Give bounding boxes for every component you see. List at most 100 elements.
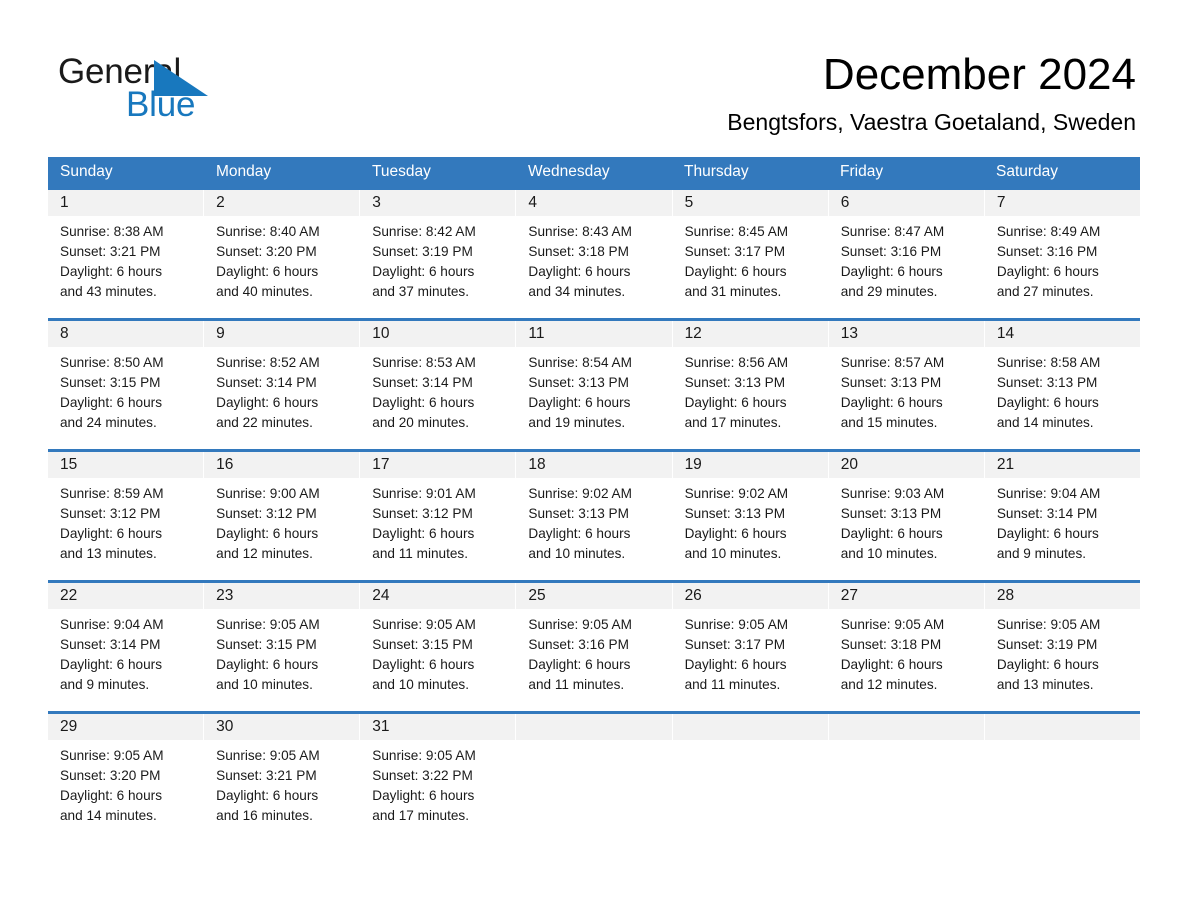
daylight-line1: Daylight: 6 hours <box>840 395 943 410</box>
day-cell[interactable]: 29 Sunrise: 9:05 AM Sunset: 3:20 PM Dayl… <box>48 714 205 837</box>
sunrise-text: Sunrise: 8:54 AM <box>528 355 632 370</box>
sunrise-text: Sunrise: 8:52 AM <box>216 355 320 370</box>
daylight-line2: and 27 minutes. <box>996 284 1094 299</box>
day-cell[interactable]: 10 Sunrise: 8:53 AM Sunset: 3:14 PM Dayl… <box>360 321 517 449</box>
day-cell[interactable]: 18 Sunrise: 9:02 AM Sunset: 3:13 PM Dayl… <box>516 452 673 580</box>
sunset-text: Sunset: 3:18 PM <box>528 244 629 259</box>
daylight-line1: Daylight: 6 hours <box>996 264 1099 279</box>
day-cell[interactable]: 19 Sunrise: 9:02 AM Sunset: 3:13 PM Dayl… <box>672 452 829 580</box>
daylight-line1: Daylight: 6 hours <box>216 526 319 541</box>
sunrise-text: Sunrise: 9:01 AM <box>372 486 476 501</box>
day-number: 26 <box>672 583 828 609</box>
day-cell[interactable]: 4 Sunrise: 8:43 AM Sunset: 3:18 PM Dayli… <box>516 190 673 318</box>
sunset-text: Sunset: 3:13 PM <box>840 375 942 390</box>
sunrise-text: Sunrise: 9:05 AM <box>840 617 945 632</box>
sunset-text: Sunset: 3:17 PM <box>684 637 786 652</box>
calendar-grid: Sunday Monday Tuesday Wednesday Thursday… <box>48 157 1140 837</box>
sunset-text: Sunset: 3:13 PM <box>684 506 786 521</box>
day-number: 5 <box>672 190 828 216</box>
daylight-line2: and 22 minutes. <box>216 415 313 430</box>
day-cell[interactable]: 25 Sunrise: 9:05 AM Sunset: 3:16 PM Dayl… <box>516 583 673 711</box>
weekday-header-saturday: Saturday <box>996 163 1059 180</box>
sunrise-text: Sunrise: 8:42 AM <box>372 224 476 239</box>
sunrise-text: Sunrise: 8:47 AM <box>840 224 945 239</box>
sunrise-text: Sunrise: 9:05 AM <box>372 748 476 763</box>
day-cell[interactable]: 28 Sunrise: 9:05 AM Sunset: 3:19 PM Dayl… <box>984 583 1140 711</box>
sunrise-text: Sunrise: 9:05 AM <box>216 617 320 632</box>
day-number: 7 <box>984 190 1140 216</box>
sunset-text: Sunset: 3:20 PM <box>216 244 317 259</box>
page-header: General Blue December 2024 Bengtsfors, V… <box>0 0 1188 150</box>
sunrise-text: Sunrise: 9:04 AM <box>996 486 1101 501</box>
day-info: Sunrise: 9:05 AM Sunset: 3:17 PM Dayligh… <box>673 609 828 695</box>
day-cell[interactable]: 2 Sunrise: 8:40 AM Sunset: 3:20 PM Dayli… <box>204 190 361 318</box>
day-cell[interactable]: 1 Sunrise: 8:38 AM Sunset: 3:21 PM Dayli… <box>48 190 205 318</box>
generalblue-logo[interactable]: General Blue <box>58 52 318 124</box>
day-cell[interactable]: 27 Sunrise: 9:05 AM Sunset: 3:18 PM Dayl… <box>828 583 985 711</box>
day-cell[interactable]: 16 Sunrise: 9:00 AM Sunset: 3:12 PM Dayl… <box>204 452 361 580</box>
sunrise-text: Sunrise: 8:45 AM <box>684 224 789 239</box>
daylight-line1: Daylight: 6 hours <box>372 788 475 803</box>
day-cell[interactable]: 23 Sunrise: 9:05 AM Sunset: 3:15 PM Dayl… <box>204 583 361 711</box>
day-cell[interactable]: 14 Sunrise: 8:58 AM Sunset: 3:13 PM Dayl… <box>984 321 1140 449</box>
day-cell[interactable]: 24 Sunrise: 9:05 AM Sunset: 3:15 PM Dayl… <box>360 583 517 711</box>
day-cell[interactable]: 8 Sunrise: 8:50 AM Sunset: 3:15 PM Dayli… <box>48 321 205 449</box>
sunset-text: Sunset: 3:14 PM <box>216 375 317 390</box>
day-cell[interactable]: 30 Sunrise: 9:05 AM Sunset: 3:21 PM Dayl… <box>204 714 361 837</box>
day-info: Sunrise: 8:53 AM Sunset: 3:14 PM Dayligh… <box>360 347 515 433</box>
daylight-line1: Daylight: 6 hours <box>60 395 163 410</box>
daylight-line2: and 15 minutes. <box>840 415 938 430</box>
sunrise-text: Sunrise: 8:50 AM <box>60 355 164 370</box>
day-number: 22 <box>48 583 204 609</box>
day-cell[interactable]: 26 Sunrise: 9:05 AM Sunset: 3:17 PM Dayl… <box>672 583 829 711</box>
day-info: Sunrise: 8:45 AM Sunset: 3:17 PM Dayligh… <box>673 216 828 302</box>
day-cell[interactable]: 22 Sunrise: 9:04 AM Sunset: 3:14 PM Dayl… <box>48 583 205 711</box>
daylight-line2: and 11 minutes. <box>684 677 781 692</box>
sunset-text: Sunset: 3:16 PM <box>996 244 1098 259</box>
daylight-line2: and 10 minutes. <box>372 677 470 692</box>
day-cell[interactable]: 31 Sunrise: 9:05 AM Sunset: 3:22 PM Dayl… <box>360 714 517 837</box>
daylight-line2: and 10 minutes. <box>684 546 782 561</box>
day-cell[interactable]: 11 Sunrise: 8:54 AM Sunset: 3:13 PM Dayl… <box>516 321 673 449</box>
day-info: Sunrise: 9:05 AM Sunset: 3:20 PM Dayligh… <box>48 740 203 826</box>
day-cell[interactable]: 21 Sunrise: 9:04 AM Sunset: 3:14 PM Dayl… <box>984 452 1140 580</box>
calendar-page: General Blue December 2024 Bengtsfors, V… <box>0 0 1188 918</box>
day-cell[interactable]: 6 Sunrise: 8:47 AM Sunset: 3:16 PM Dayli… <box>828 190 985 318</box>
day-cell[interactable]: 3 Sunrise: 8:42 AM Sunset: 3:19 PM Dayli… <box>360 190 517 318</box>
daylight-line2: and 12 minutes. <box>216 546 313 561</box>
sunrise-text: Sunrise: 9:05 AM <box>528 617 632 632</box>
day-cell[interactable]: 17 Sunrise: 9:01 AM Sunset: 3:12 PM Dayl… <box>360 452 517 580</box>
daylight-line1: Daylight: 6 hours <box>684 395 787 410</box>
day-cell[interactable]: 12 Sunrise: 8:56 AM Sunset: 3:13 PM Dayl… <box>672 321 829 449</box>
sunrise-text: Sunrise: 8:40 AM <box>216 224 320 239</box>
day-info: Sunrise: 8:58 AM Sunset: 3:13 PM Dayligh… <box>985 347 1140 433</box>
logo-text-blue: Blue <box>126 85 196 124</box>
sunrise-text: Sunrise: 8:56 AM <box>684 355 789 370</box>
day-info: Sunrise: 9:05 AM Sunset: 3:18 PM Dayligh… <box>829 609 984 695</box>
daylight-line1: Daylight: 6 hours <box>372 264 475 279</box>
day-number: 21 <box>984 452 1140 478</box>
day-cell[interactable]: 7 Sunrise: 8:49 AM Sunset: 3:16 PM Dayli… <box>984 190 1140 318</box>
daylight-line1: Daylight: 6 hours <box>684 264 787 279</box>
day-cell[interactable]: 13 Sunrise: 8:57 AM Sunset: 3:13 PM Dayl… <box>828 321 985 449</box>
day-info: Sunrise: 9:05 AM Sunset: 3:15 PM Dayligh… <box>204 609 359 695</box>
day-cell[interactable]: 9 Sunrise: 8:52 AM Sunset: 3:14 PM Dayli… <box>204 321 361 449</box>
daylight-line2: and 9 minutes. <box>996 546 1087 561</box>
day-cell[interactable]: 15 Sunrise: 8:59 AM Sunset: 3:12 PM Dayl… <box>48 452 205 580</box>
daylight-line2: and 17 minutes. <box>684 415 782 430</box>
weekday-header-thursday: Thursday <box>684 163 749 180</box>
sunrise-text: Sunrise: 9:03 AM <box>840 486 945 501</box>
daylight-line2: and 11 minutes. <box>372 546 469 561</box>
day-cell-empty <box>672 714 829 837</box>
sunrise-text: Sunrise: 9:02 AM <box>684 486 789 501</box>
day-number: 1 <box>48 190 204 216</box>
daylight-line2: and 14 minutes. <box>996 415 1094 430</box>
sunrise-text: Sunrise: 8:38 AM <box>60 224 164 239</box>
day-cell[interactable]: 5 Sunrise: 8:45 AM Sunset: 3:17 PM Dayli… <box>672 190 829 318</box>
day-number: 14 <box>984 321 1140 347</box>
daylight-line2: and 9 minutes. <box>60 677 150 692</box>
calendar-week-row: 22 Sunrise: 9:04 AM Sunset: 3:14 PM Dayl… <box>48 580 1140 711</box>
weekday-header-tuesday: Tuesday <box>372 163 431 180</box>
day-info: Sunrise: 8:43 AM Sunset: 3:18 PM Dayligh… <box>516 216 671 302</box>
day-cell[interactable]: 20 Sunrise: 9:03 AM Sunset: 3:13 PM Dayl… <box>828 452 985 580</box>
